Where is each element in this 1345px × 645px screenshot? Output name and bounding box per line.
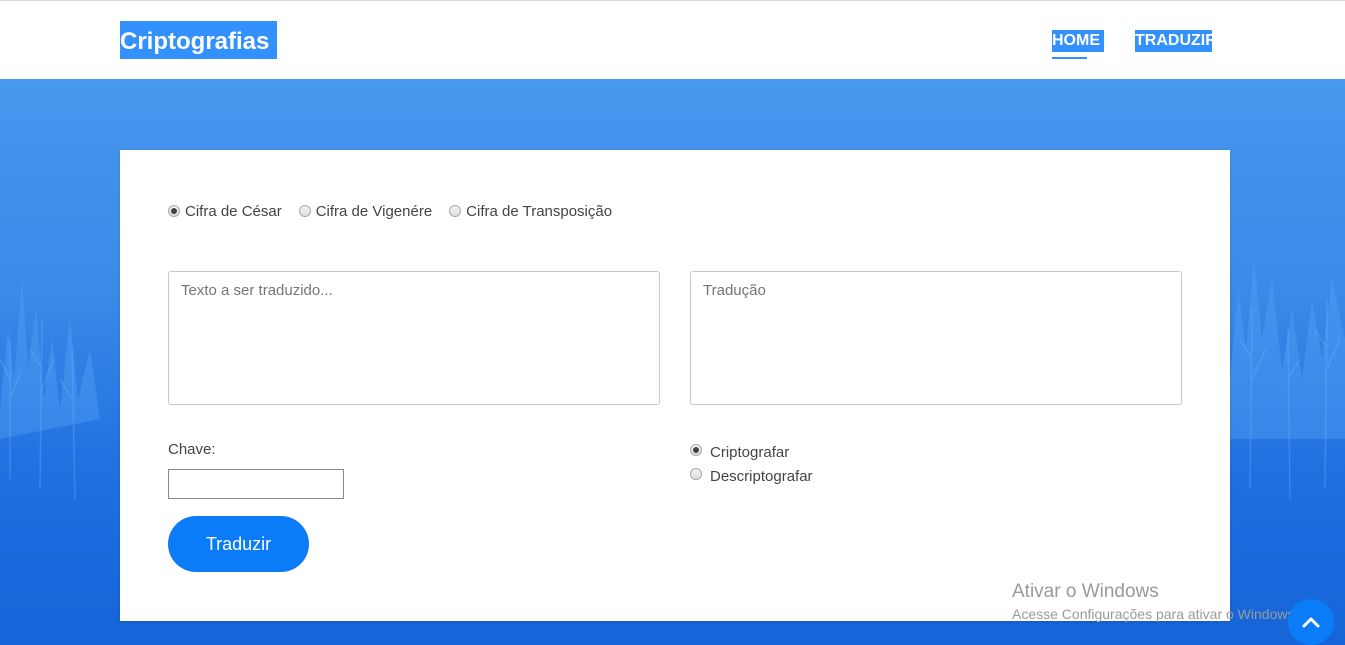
cipher-label-vigenere: Cifra de Vigenére — [315, 202, 433, 220]
watermark-title: Ativar o Windows — [1012, 581, 1159, 602]
navbar: Criptografias HOME TRADUZIR — [0, 1, 1345, 79]
radio-vigenere[interactable] — [298, 205, 311, 217]
cipher-label-cesar: Cifra de César — [185, 202, 282, 220]
radio-criptografar[interactable] — [690, 444, 702, 456]
translate-button[interactable]: Traduzir — [168, 516, 309, 572]
key-label: Chave: — [168, 441, 216, 458]
active-nav-indicator — [1052, 57, 1087, 59]
scroll-to-top-button[interactable] — [1288, 599, 1334, 645]
cipher-option-cesar[interactable]: Cifra de César — [168, 203, 282, 220]
chevron-up-icon — [1302, 617, 1320, 628]
cipher-option-transposicao[interactable]: Cifra de Transposição — [449, 203, 612, 220]
watermark-subtitle: Acesse Configurações para ativar o Windo… — [1012, 606, 1299, 622]
windows-activation-watermark: Ativar o Windows Acesse Configurações pa… — [1012, 581, 1298, 624]
mode-label-criptografar: Criptografar — [710, 443, 790, 461]
radio-transposicao[interactable] — [449, 205, 462, 217]
nav-link-traduzir[interactable]: TRADUZIR — [1135, 30, 1217, 52]
output-text-area[interactable] — [690, 271, 1182, 405]
cipher-option-vigenere[interactable]: Cifra de Vigenére — [298, 202, 433, 220]
brand-logo[interactable]: Criptografias — [120, 21, 277, 59]
key-input[interactable] — [168, 469, 344, 499]
mode-label-descriptografar: Descriptografar — [710, 467, 813, 485]
mode-option-descriptografar[interactable]: Descriptografar — [690, 464, 813, 488]
mode-option-criptografar[interactable]: Criptografar — [690, 440, 813, 464]
mode-selector: Criptografar Descriptografar — [690, 440, 813, 488]
radio-descriptografar[interactable] — [690, 468, 702, 480]
translator-card: Cifra de César Cifra de Vigenére Cifra d… — [120, 150, 1230, 621]
input-text-area[interactable] — [168, 271, 660, 405]
radio-cesar[interactable] — [168, 205, 180, 217]
cipher-selector: Cifra de César Cifra de Vigenére Cifra d… — [168, 201, 629, 221]
nav-link-home[interactable]: HOME — [1052, 30, 1104, 52]
cipher-label-transposicao: Cifra de Transposição — [466, 202, 613, 220]
